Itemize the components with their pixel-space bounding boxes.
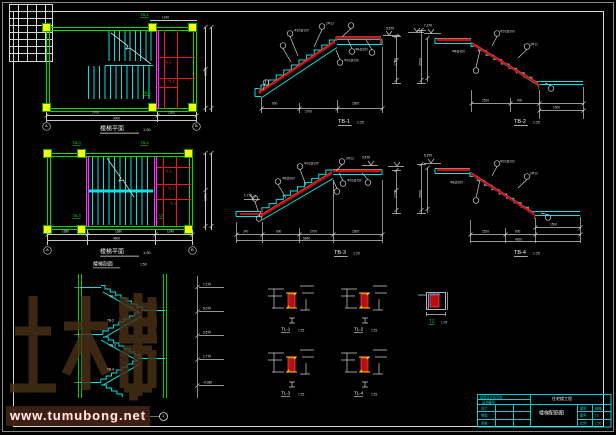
cad-sheet: 土木帮 TB-1 TB-2 TL-1 TL-2 1240 2700 1300 4… <box>0 0 616 435</box>
watermark-url: www.tumubong.net <box>6 406 150 426</box>
watermark-glyphs <box>0 0 616 435</box>
